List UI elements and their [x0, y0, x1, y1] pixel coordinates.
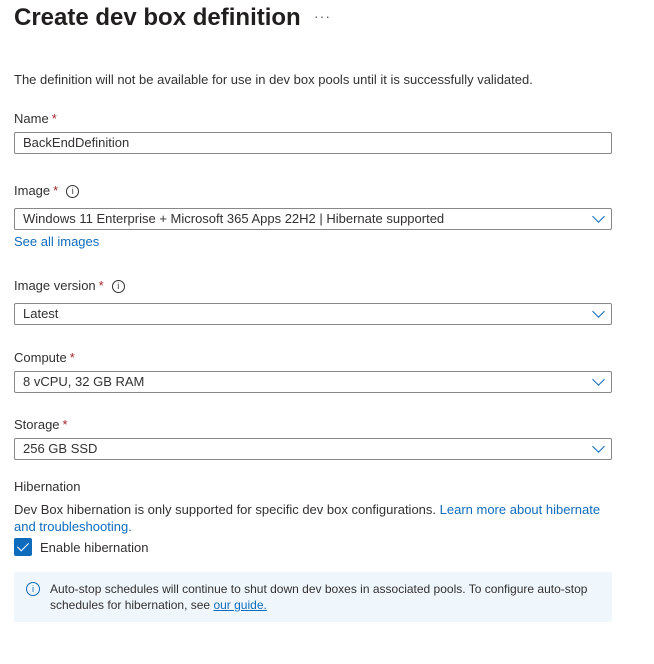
- description: The definition will not be available for…: [14, 72, 533, 87]
- page-title: Create dev box definition: [14, 4, 301, 31]
- image-version-label-text: Image version: [14, 278, 96, 293]
- hibernation-label: Hibernation: [14, 479, 81, 494]
- image-version-value: Latest: [23, 306, 59, 321]
- notice-text: Auto-stop schedules will continue to shu…: [50, 582, 588, 612]
- image-version-select[interactable]: Latest: [14, 303, 612, 325]
- storage-value: 256 GB SSD: [23, 441, 98, 456]
- image-select[interactable]: Windows 11 Enterprise + Microsoft 365 Ap…: [14, 208, 612, 230]
- required-marker: *: [51, 111, 57, 126]
- more-options-button[interactable]: ···: [314, 8, 331, 24]
- image-label: Image * i: [14, 183, 80, 198]
- compute-value: 8 vCPU, 32 GB RAM: [23, 374, 145, 389]
- required-marker: *: [98, 278, 104, 293]
- info-icon: i: [26, 582, 40, 596]
- enable-hibernation-checkbox[interactable]: [14, 538, 32, 556]
- compute-label-text: Compute: [14, 350, 67, 365]
- chevron-down-icon: [592, 373, 605, 386]
- image-label-text: Image: [14, 183, 51, 198]
- chevron-down-icon: [592, 210, 605, 223]
- required-marker: *: [69, 350, 75, 365]
- chevron-down-icon: [592, 440, 605, 453]
- name-input[interactable]: BackEndDefinition: [14, 132, 612, 154]
- compute-label: Compute *: [14, 350, 75, 365]
- info-icon[interactable]: i: [111, 280, 125, 293]
- required-marker: *: [53, 183, 59, 198]
- required-marker: *: [62, 417, 68, 432]
- storage-label: Storage *: [14, 417, 68, 432]
- name-label-text: Name: [14, 111, 49, 126]
- info-notice: i Auto-stop schedules will continue to s…: [14, 572, 612, 622]
- hibernation-description: Dev Box hibernation is only supported fo…: [14, 501, 614, 535]
- enable-hibernation-label[interactable]: Enable hibernation: [40, 540, 148, 555]
- our-guide-link[interactable]: our guide.: [213, 598, 266, 612]
- see-all-images-link[interactable]: See all images: [14, 234, 99, 249]
- compute-select[interactable]: 8 vCPU, 32 GB RAM: [14, 371, 612, 393]
- name-label: Name *: [14, 111, 57, 126]
- info-icon[interactable]: i: [66, 185, 80, 198]
- image-select-value: Windows 11 Enterprise + Microsoft 365 Ap…: [23, 211, 445, 226]
- storage-select[interactable]: 256 GB SSD: [14, 438, 612, 460]
- storage-label-text: Storage: [14, 417, 60, 432]
- hibernation-text: Dev Box hibernation is only supported fo…: [14, 502, 437, 517]
- image-version-label: Image version * i: [14, 278, 125, 293]
- chevron-down-icon: [592, 305, 605, 318]
